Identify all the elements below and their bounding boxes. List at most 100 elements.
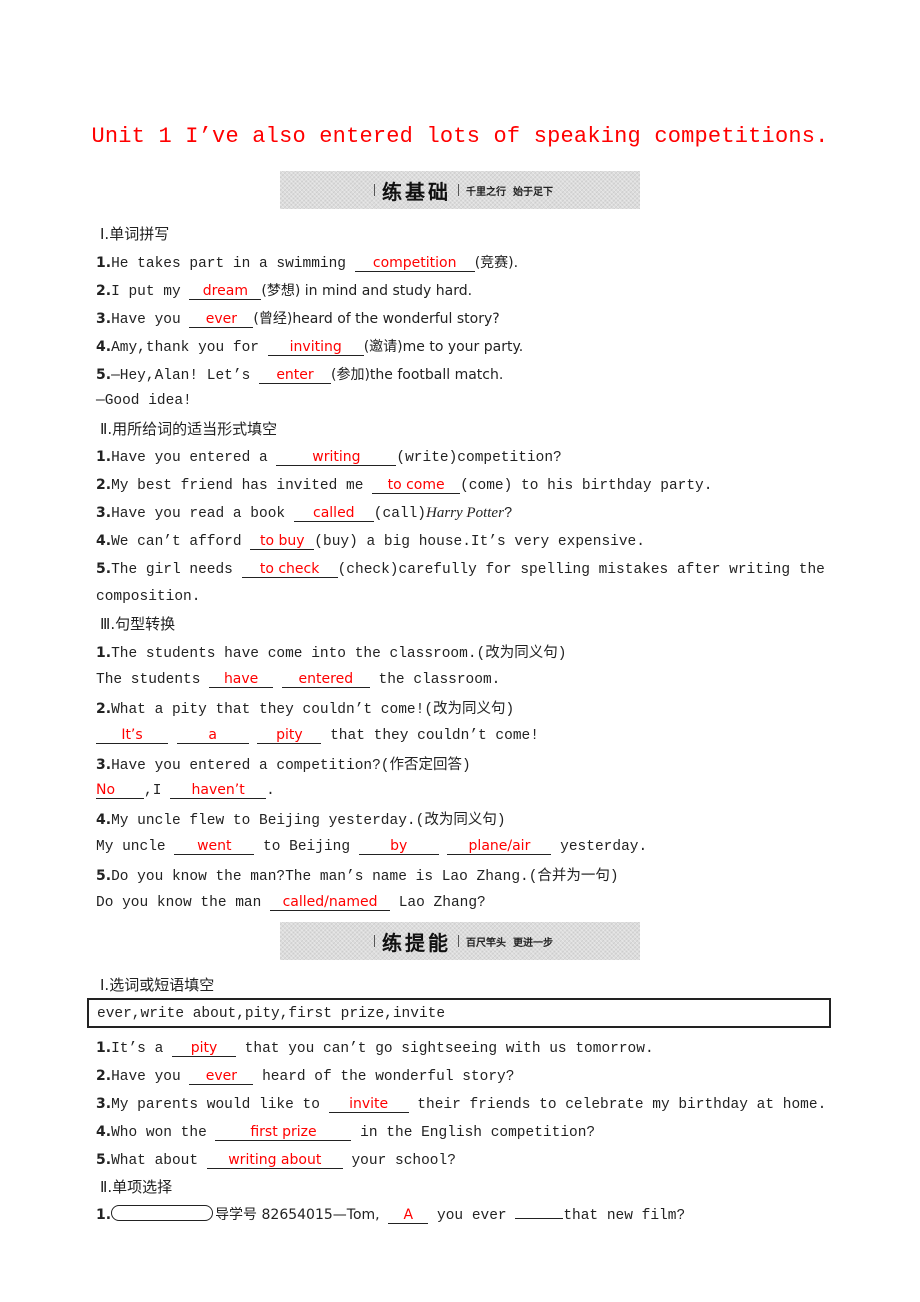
answer-blank[interactable]: haven’t xyxy=(170,783,267,799)
answer-line: The students have entered the classroom. xyxy=(96,672,500,688)
answer-blank[interactable]: No xyxy=(96,783,144,799)
answer-blank[interactable]: to buy xyxy=(250,534,315,550)
answer-blank[interactable]: invite xyxy=(328,1097,409,1113)
item-number: 4. xyxy=(96,339,112,355)
item-number: 5. xyxy=(96,868,112,884)
question-line: 3.Have you entered a competition?(作否定回答) xyxy=(96,753,471,774)
prompt-text: heard of the wonderful story? xyxy=(253,1069,515,1085)
exercise-line: 5.—Hey,Alan! Let’s enter (参加)the football… xyxy=(96,364,503,384)
answer-blank[interactable]: It’s xyxy=(96,728,168,744)
answer-blank[interactable]: dream xyxy=(189,284,262,300)
banner-title: 练提能 xyxy=(382,930,452,955)
item-number: 4. xyxy=(96,812,112,828)
answer-blank[interactable]: by xyxy=(358,839,439,855)
prompt-text: . xyxy=(266,783,275,799)
answer-blank[interactable]: enter xyxy=(259,368,331,384)
prompt-text: (参加)the football match. xyxy=(331,367,504,383)
answer-blank[interactable]: pity xyxy=(257,728,322,744)
prompt-text: that new film? xyxy=(563,1208,686,1224)
prompt-text: Have you xyxy=(111,1069,190,1085)
answer-blank[interactable]: writing xyxy=(276,450,397,466)
prompt-text: It’s a xyxy=(111,1041,172,1057)
prompt-text: (梦想) in mind and study hard. xyxy=(261,283,473,299)
answer-blank[interactable]: ever xyxy=(189,312,254,328)
answer-blank[interactable]: to come xyxy=(372,478,461,494)
exercise-line: 3.Have you read a book called (call)Harry… xyxy=(96,505,513,522)
question-text: What a pity that they couldn’t come!(改为同… xyxy=(111,702,515,718)
item-number: 2. xyxy=(96,701,112,717)
prompt-text: (come) to his birthday party. xyxy=(460,478,713,494)
exercise-line: 4.Amy,thank you for inviting (邀请)me to yo… xyxy=(96,336,523,356)
reply-line: —Good idea! xyxy=(96,393,192,409)
guide-badge-icon xyxy=(111,1205,214,1221)
answer-blank[interactable]: to check xyxy=(241,562,338,578)
section-heading: Ⅲ.句型转换 xyxy=(100,615,176,633)
section-heading: Ⅰ.单词拼写 xyxy=(100,225,170,243)
banner-motto: 百尺竿头 更进一步 xyxy=(466,937,553,949)
worksheet-page: Unit 1 I’ve also entered lots of speakin… xyxy=(0,0,920,1302)
answer-blank[interactable]: first prize xyxy=(215,1125,352,1141)
answer-blank[interactable]: called/named xyxy=(270,895,391,911)
prompt-text: the classroom. xyxy=(369,672,501,688)
prompt-text: their friends to celebrate my birthday a… xyxy=(408,1097,827,1113)
prompt-text: The students xyxy=(96,672,210,688)
item-number: 4. xyxy=(96,533,112,549)
divider xyxy=(458,184,460,196)
section-banner-advanced: 练提能 百尺竿头 更进一步 xyxy=(280,922,640,960)
answer-blank[interactable]: plane/air xyxy=(447,839,552,855)
section-heading: Ⅱ.单项选择 xyxy=(100,1178,173,1196)
answer-blank[interactable]: competition xyxy=(354,256,475,272)
exercise-line: 4.We can’t afford to buy (buy) a big hous… xyxy=(96,533,645,550)
prompt-text: you ever xyxy=(428,1208,516,1224)
item-number: 5. xyxy=(96,561,112,577)
prompt-text: Have you read a book xyxy=(111,506,294,522)
prompt-text: ? xyxy=(503,506,513,522)
answer-blank-empty[interactable] xyxy=(515,1218,564,1219)
answer-blank[interactable]: went xyxy=(174,839,255,855)
exercise-line: 2.My best friend has invited me to come(… xyxy=(96,477,712,494)
exercise-line: 2.Have you ever heard of the wonderful s… xyxy=(96,1068,514,1085)
answer-blank[interactable]: have xyxy=(209,672,274,688)
answer-line: It’s a pity that they couldn’t come! xyxy=(96,728,539,744)
section-heading: Ⅱ.用所给词的适当形式填空 xyxy=(100,420,278,438)
prompt-text: Lao Zhang? xyxy=(390,895,486,911)
question-line: 5.Do you know the man?The man’s name is … xyxy=(96,864,619,885)
question-line: 1.The students have come into the classr… xyxy=(96,641,566,662)
banner-motto: 千里之行 始于足下 xyxy=(466,186,553,198)
prompt-text: (buy) a big house.It’s very expensive. xyxy=(314,534,645,550)
question-text: My uncle flew to Beijing yesterday.(改为同义… xyxy=(111,813,506,829)
answer-blank[interactable]: A xyxy=(388,1208,429,1224)
exercise-line: 1.He takes part in a swimming competitio… xyxy=(96,252,518,272)
item-number: 2. xyxy=(96,477,112,493)
prompt-text: that you can’t go sightseeing with us to… xyxy=(235,1041,654,1057)
item-number: 1. xyxy=(96,1040,112,1056)
banner-title: 练基础 xyxy=(382,179,452,204)
item-number: 1. xyxy=(96,255,112,271)
prompt-text: Have you xyxy=(111,312,190,328)
prompt-text: Who won the xyxy=(111,1125,216,1141)
answer-blank[interactable]: inviting xyxy=(267,340,364,356)
section-banner-basic: 练基础 千里之行 始于足下 xyxy=(280,171,640,209)
answer-blank[interactable]: writing about xyxy=(206,1153,343,1169)
answer-blank[interactable]: ever xyxy=(189,1069,254,1085)
exercise-line: 4.Who won the first prize in the English… xyxy=(96,1124,595,1141)
answer-blank[interactable]: a xyxy=(176,728,249,744)
prompt-text: (竞赛). xyxy=(474,255,519,271)
answer-blank[interactable]: entered xyxy=(281,672,370,688)
answer-blank[interactable]: pity xyxy=(171,1041,236,1057)
answer-blank[interactable]: called xyxy=(293,506,374,522)
exercise-line: 2.I put my dream (梦想) in mind and study h… xyxy=(96,280,472,300)
exercise-line: 5.What about writing about your school? xyxy=(96,1152,456,1169)
book-title: Harry Potter xyxy=(426,505,504,521)
question-line: 1. 导学号 82654015—Tom, A you ever that new … xyxy=(96,1204,685,1224)
prompt-text: Do you know the man xyxy=(96,895,271,911)
question-line: 4.My uncle flew to Beijing yesterday.(改为… xyxy=(96,808,506,829)
question-line: 2.What a pity that they couldn’t come!(改… xyxy=(96,697,514,718)
section-heading: Ⅰ.选词或短语填空 xyxy=(100,976,215,994)
answer-line: Do you know the man called/named Lao Zha… xyxy=(96,895,486,911)
divider xyxy=(374,184,376,196)
continuation-text: composition. xyxy=(96,589,201,605)
item-number: 3. xyxy=(96,1096,112,1112)
prompt-text: —Hey,Alan! Let’s xyxy=(111,368,259,384)
item-number: 5. xyxy=(96,367,112,383)
